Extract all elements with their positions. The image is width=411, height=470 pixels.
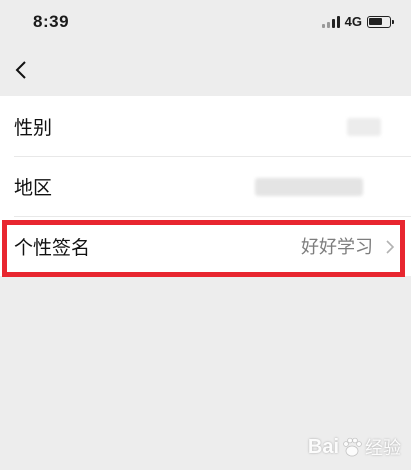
watermark-tail: 经验 — [365, 438, 401, 459]
row-region[interactable]: 地区 — [0, 156, 411, 216]
paw-icon — [343, 437, 362, 457]
row-label-gender: 性别 — [14, 116, 53, 139]
signature-value: 好好学习 — [301, 237, 373, 258]
network-type: 4G — [344, 14, 362, 29]
battery-level — [369, 17, 383, 25]
row-gender[interactable]: 性别 — [0, 96, 411, 156]
status-indicators: 4G — [321, 14, 394, 29]
chevron-left-icon[interactable] — [10, 56, 34, 84]
status-bar: 8:39 4G — [0, 0, 411, 44]
row-signature[interactable]: 个性签名 好好学习 — [0, 216, 411, 276]
watermark-brand: Bai — [307, 435, 339, 458]
status-time: 8:39 — [33, 12, 70, 31]
signal-icon — [321, 15, 340, 28]
settings-list: 性别 地区 个性签名 好好学习 — [0, 96, 411, 276]
watermark: Bai 经验 — [308, 434, 401, 460]
nav-bar — [0, 44, 411, 96]
row-label-region: 地区 — [14, 176, 53, 199]
chevron-right-icon — [386, 240, 395, 254]
row-label-signature: 个性签名 — [14, 236, 91, 259]
battery-icon — [367, 15, 394, 28]
blurred-value — [255, 178, 363, 196]
blurred-value — [347, 118, 381, 136]
